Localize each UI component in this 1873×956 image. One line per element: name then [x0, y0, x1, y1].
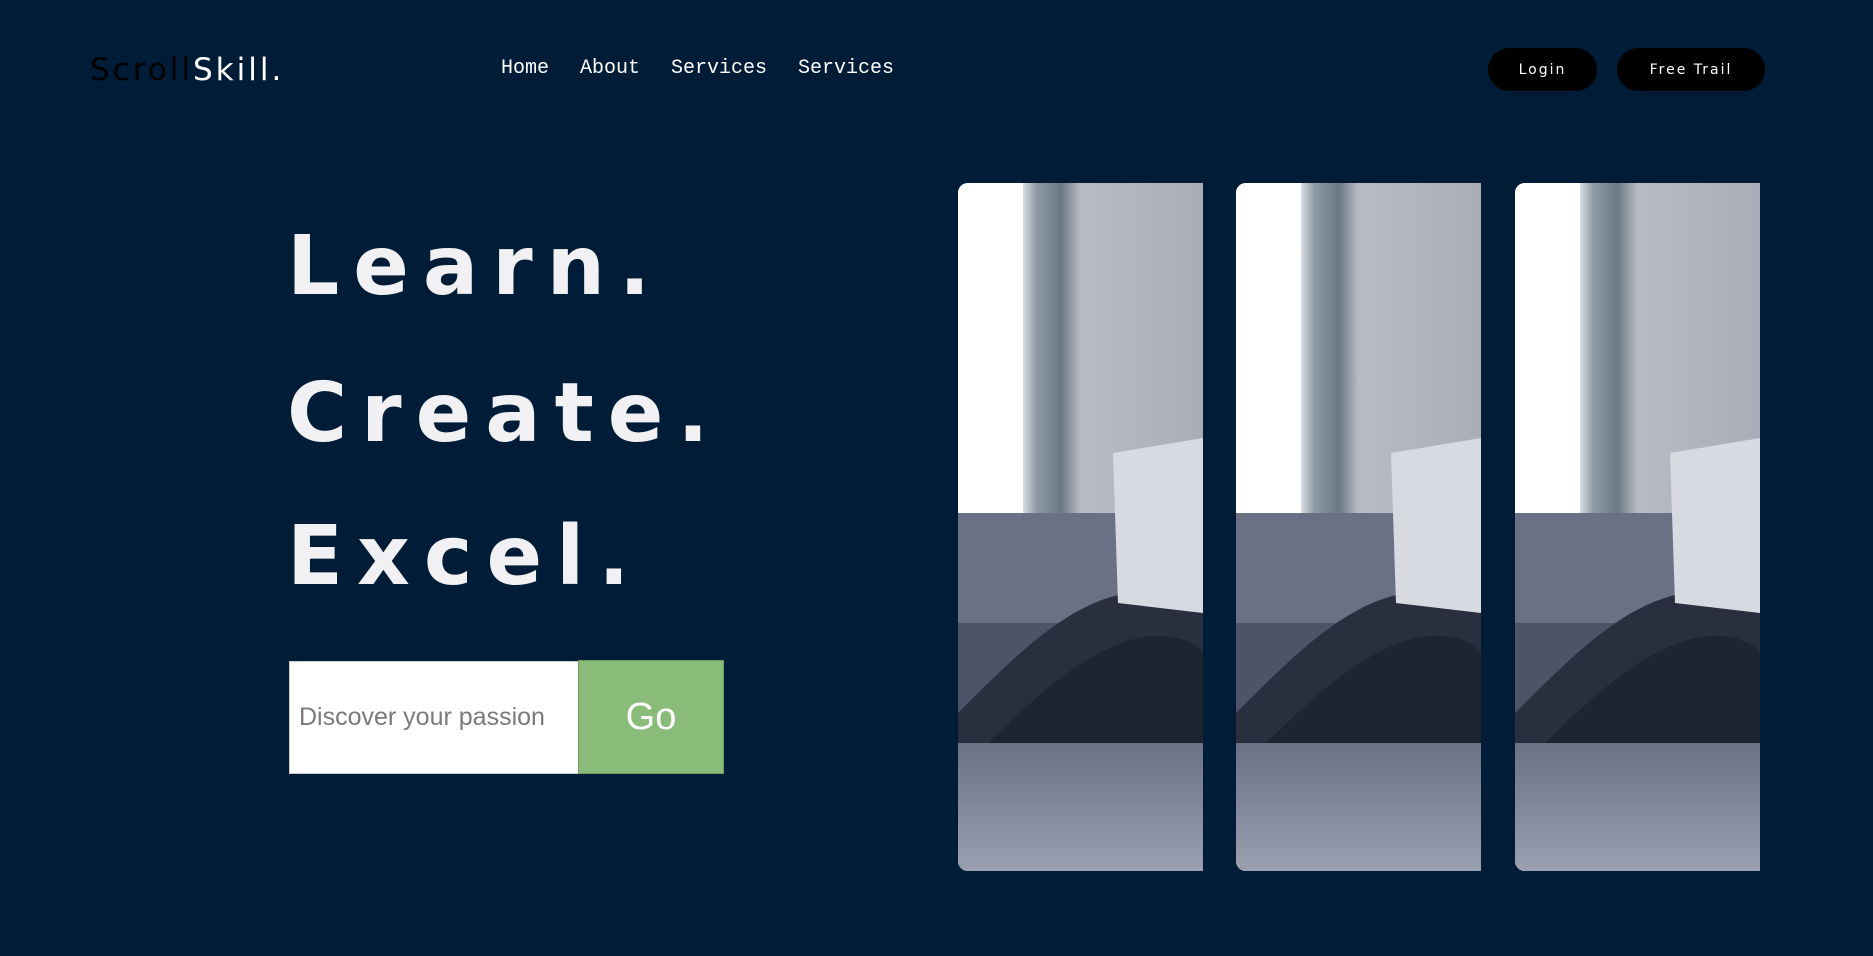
logo-part-scroll: Scroll: [90, 52, 193, 88]
nav-about[interactable]: About: [580, 56, 640, 82]
laptop-sofa-photo: [1515, 183, 1760, 871]
logo-part-skill: Skill.: [192, 52, 285, 88]
laptop-sofa-photo: [958, 183, 1203, 871]
gallery-image-3: [1515, 183, 1760, 871]
go-button[interactable]: Go: [578, 660, 724, 774]
hero-line-create: Create.: [287, 366, 723, 461]
nav-services[interactable]: Services: [671, 56, 767, 82]
gallery-image-2: [1236, 183, 1481, 871]
hero-line-excel: Excel.: [287, 509, 644, 604]
free-trial-button[interactable]: Free Trail: [1617, 48, 1765, 91]
gallery-image-1: [958, 183, 1203, 871]
nav-services-2[interactable]: Services: [798, 56, 894, 82]
main-nav: Home About Services Services: [501, 56, 925, 82]
hero-line-learn: Learn.: [287, 219, 665, 314]
laptop-sofa-photo: [1236, 183, 1481, 871]
login-button[interactable]: Login: [1488, 48, 1597, 91]
nav-home[interactable]: Home: [501, 56, 549, 82]
search-input[interactable]: [289, 661, 579, 774]
logo[interactable]: ScrollSkill.: [90, 50, 284, 90]
